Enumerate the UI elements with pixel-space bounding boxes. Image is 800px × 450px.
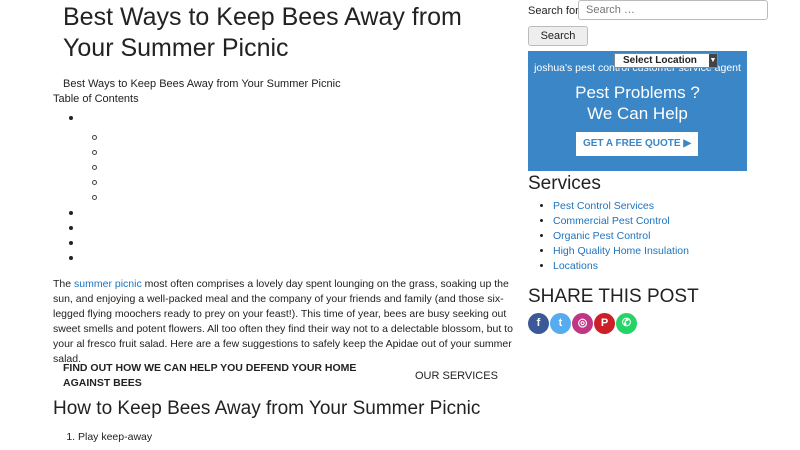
- toc-item[interactable]: [69, 226, 73, 230]
- page-title: Best Ways to Keep Bees Away from Your Su…: [63, 3, 462, 62]
- steps-list: Play keep-away: [53, 430, 152, 445]
- service-item[interactable]: Organic Pest Control: [553, 229, 689, 244]
- pinterest-icon[interactable]: P: [594, 313, 615, 334]
- toc-item[interactable]: [69, 241, 73, 245]
- promo-headline-line2: We Can Help: [587, 104, 688, 123]
- search-input[interactable]: [578, 0, 768, 20]
- section-heading: How to Keep Bees Away from Your Summer P…: [53, 398, 481, 419]
- toc-subitem[interactable]: [92, 135, 97, 140]
- search-label: Search for:: [528, 5, 582, 17]
- intro-text: most often comprises a lovely day spent …: [53, 278, 513, 365]
- share-heading: SHARE THIS POST: [528, 286, 699, 307]
- toc-subitem[interactable]: [92, 180, 97, 185]
- service-link[interactable]: Organic Pest Control: [553, 230, 650, 242]
- summer-picnic-link[interactable]: summer picnic: [74, 278, 142, 290]
- free-quote-button[interactable]: GET A FREE QUOTE ▶: [576, 132, 698, 156]
- promo-headline-line1: Pest Problems ?: [575, 83, 700, 102]
- play-arrow-icon: ▶: [683, 138, 692, 149]
- toc-item[interactable]: [69, 211, 73, 215]
- service-item[interactable]: Locations: [553, 259, 689, 274]
- promo-banner: joshua's pest control customer service a…: [528, 51, 747, 171]
- intro-paragraph: The summer picnic most often comprises a…: [53, 277, 515, 367]
- service-link[interactable]: Locations: [553, 260, 598, 272]
- chevron-down-icon: ▼: [709, 54, 717, 67]
- service-item[interactable]: Pest Control Services: [553, 199, 689, 214]
- toc-subitem[interactable]: [92, 195, 97, 200]
- services-heading: Services: [528, 173, 601, 194]
- service-item[interactable]: Commercial Pest Control: [553, 214, 689, 229]
- search-button[interactable]: Search: [528, 26, 588, 46]
- toc-subitem[interactable]: [92, 150, 97, 155]
- promo-headline: Pest Problems ? We Can Help: [528, 82, 747, 124]
- toc-subitem[interactable]: [92, 165, 97, 170]
- service-item[interactable]: High Quality Home Insulation: [553, 244, 689, 259]
- instagram-icon[interactable]: ◎: [572, 313, 593, 334]
- toc-title: Best Ways to Keep Bees Away from Your Su…: [63, 78, 341, 90]
- table-of-contents-label[interactable]: Table of Contents: [53, 93, 139, 105]
- whatsapp-icon[interactable]: ✆: [616, 313, 637, 334]
- twitter-icon[interactable]: t: [550, 313, 571, 334]
- toc-item[interactable]: [69, 256, 73, 260]
- facebook-icon[interactable]: f: [528, 313, 549, 334]
- intro-prefix: The: [53, 278, 75, 290]
- service-link[interactable]: Commercial Pest Control: [553, 215, 670, 227]
- cta-text: FIND OUT HOW WE CAN HELP YOU DEFEND YOUR…: [63, 362, 357, 389]
- toc-item[interactable]: [69, 116, 73, 120]
- our-services-button[interactable]: OUR SERVICES: [415, 370, 498, 382]
- step-item: Play keep-away: [78, 430, 152, 445]
- service-link[interactable]: High Quality Home Insulation: [553, 245, 689, 257]
- location-select-label: Select Location: [623, 55, 697, 66]
- location-select[interactable]: Select Location ▼: [614, 53, 718, 68]
- free-quote-label: GET A FREE QUOTE: [582, 138, 681, 149]
- service-link[interactable]: Pest Control Services: [553, 200, 654, 212]
- services-list: Pest Control Services Commercial Pest Co…: [528, 199, 689, 274]
